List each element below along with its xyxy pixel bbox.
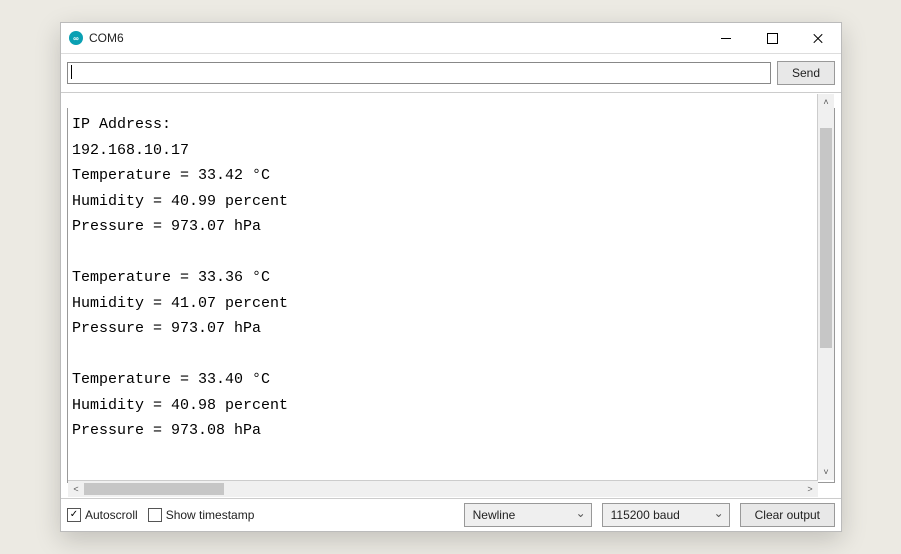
titlebar: ∞ COM6 xyxy=(61,23,841,54)
v-scroll-thumb[interactable] xyxy=(820,128,832,348)
clear-output-button[interactable]: Clear output xyxy=(740,503,835,527)
minimize-button[interactable] xyxy=(703,23,749,53)
close-button[interactable] xyxy=(795,23,841,53)
baud-rate-select[interactable]: 115200 baud xyxy=(602,503,730,527)
autoscroll-checkbox[interactable]: Autoscroll xyxy=(67,508,138,522)
console-wrap: IP Address: 192.168.10.17 Temperature = … xyxy=(61,93,841,498)
minimize-icon xyxy=(721,38,731,39)
show-timestamp-label: Show timestamp xyxy=(166,508,255,522)
statusbar: Autoscroll Show timestamp Newline 115200… xyxy=(61,498,841,531)
window-title: COM6 xyxy=(89,31,124,45)
scroll-left-icon[interactable]: ˂ xyxy=(68,481,84,497)
send-button[interactable]: Send xyxy=(777,61,835,85)
serial-monitor-window: ∞ COM6 Send IP Address: 192.168.10.17 Te… xyxy=(60,22,842,532)
horizontal-scrollbar[interactable]: ˂ ˃ xyxy=(68,480,818,497)
checkbox-icon xyxy=(67,508,81,522)
vertical-scrollbar[interactable]: ˄ ˅ xyxy=(817,94,834,480)
show-timestamp-checkbox[interactable]: Show timestamp xyxy=(148,508,255,522)
scroll-right-icon[interactable]: ˃ xyxy=(802,481,818,497)
line-ending-select[interactable]: Newline xyxy=(464,503,592,527)
close-icon xyxy=(812,32,824,44)
checkbox-icon xyxy=(148,508,162,522)
autoscroll-label: Autoscroll xyxy=(85,508,138,522)
maximize-icon xyxy=(767,33,778,44)
input-toolbar: Send xyxy=(61,54,841,93)
scroll-up-icon[interactable]: ˄ xyxy=(818,94,834,110)
baud-rate-value: 115200 baud xyxy=(611,508,680,522)
h-scroll-thumb[interactable] xyxy=(84,483,224,495)
serial-output: IP Address: 192.168.10.17 Temperature = … xyxy=(67,108,835,483)
serial-input[interactable] xyxy=(67,62,771,84)
maximize-button[interactable] xyxy=(749,23,795,53)
text-caret xyxy=(71,65,72,79)
line-ending-value: Newline xyxy=(473,508,516,522)
arduino-icon: ∞ xyxy=(69,31,83,45)
scroll-down-icon[interactable]: ˅ xyxy=(818,464,834,480)
